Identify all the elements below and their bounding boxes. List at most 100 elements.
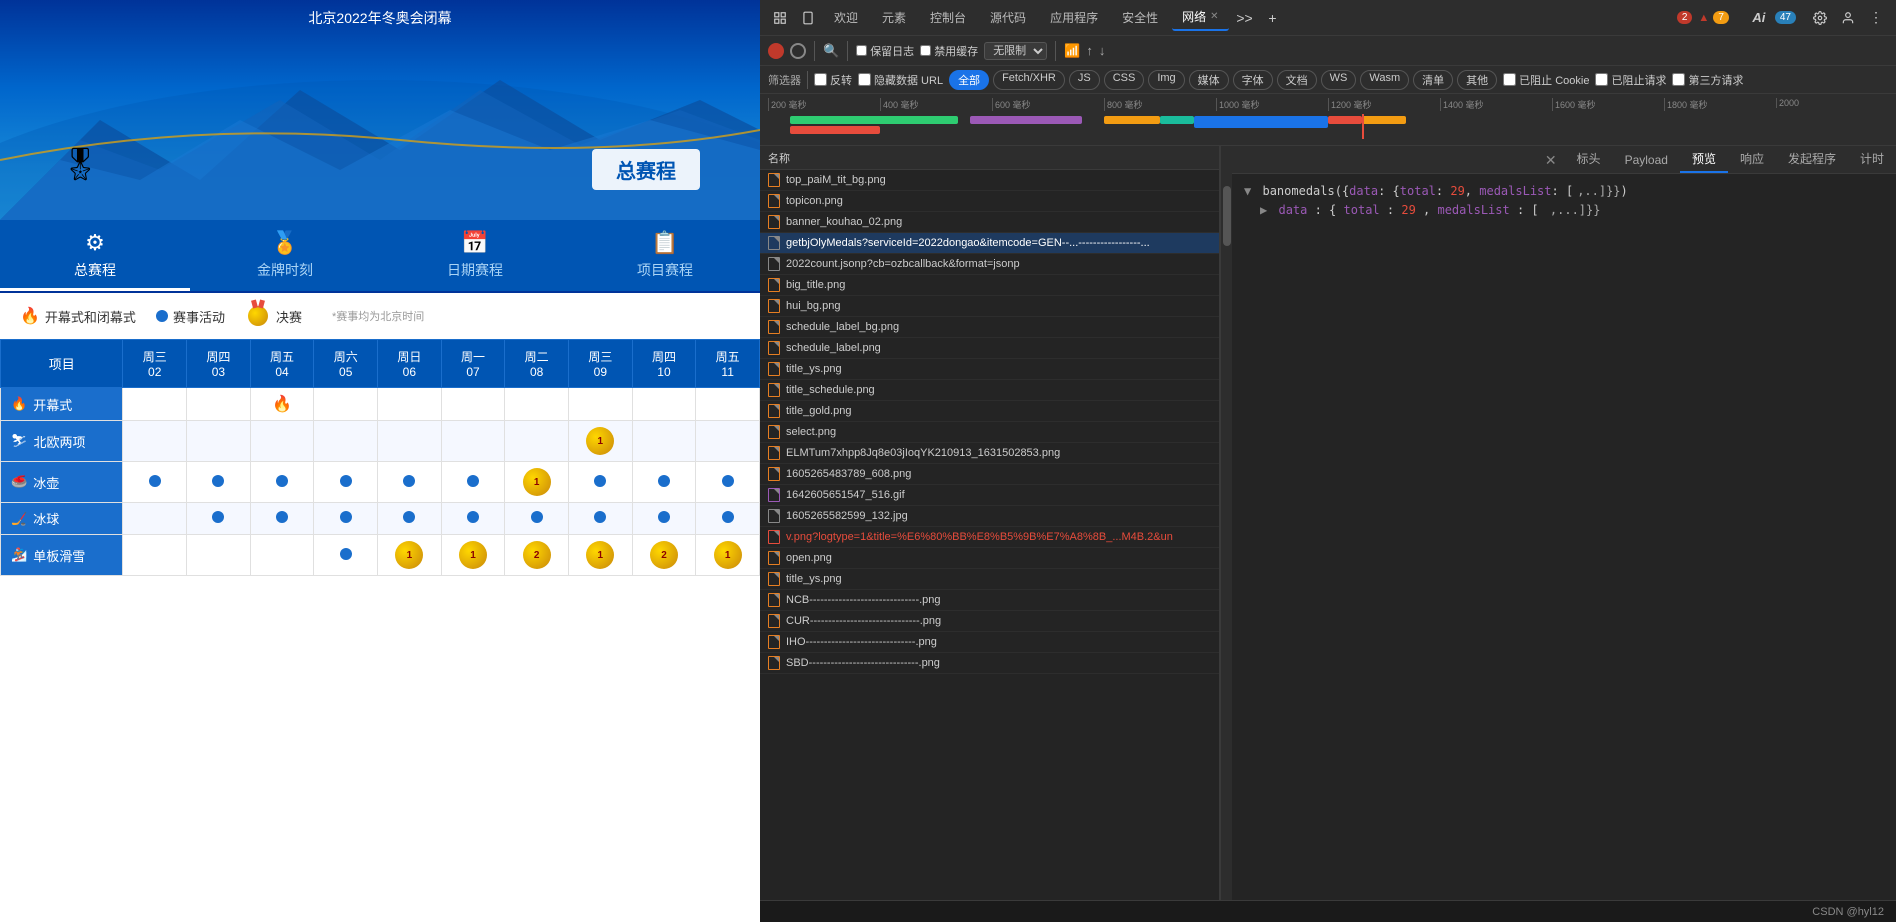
block-request[interactable]: 已阻止请求 [1595, 72, 1666, 88]
detail-content[interactable]: ▼ banomedals({data: {total: 29, medalsLi… [1232, 174, 1896, 900]
more-tabs-icon[interactable]: >> [1233, 6, 1257, 30]
tab-network-close[interactable]: ✕ [1210, 11, 1218, 22]
download-icon[interactable]: ↓ [1099, 43, 1106, 58]
vertical-scrollbar[interactable] [1220, 146, 1232, 900]
file-row[interactable]: ELMTum7xhpp8Jq8e03jIoqYK210913_163150285… [760, 443, 1219, 464]
nav-tabs: ⚙ 总赛程 🏅 金牌时刻 📅 日期赛程 📋 项目赛程 [0, 220, 760, 293]
filter-font[interactable]: 字体 [1233, 70, 1273, 90]
json-arrow-collapse[interactable]: ▼ [1244, 184, 1251, 198]
ai-icon[interactable]: Ai [1747, 6, 1771, 30]
file-row[interactable]: hui_bg.png [760, 296, 1219, 317]
detail-tab-payload[interactable]: Payload [1613, 149, 1680, 173]
file-row[interactable]: top_paiM_tit_bg.png [760, 170, 1219, 191]
detail-tab-preview[interactable]: 预览 [1680, 146, 1728, 173]
tab-network[interactable]: 网络 ✕ [1172, 4, 1228, 31]
record-button[interactable] [768, 43, 784, 59]
file-row[interactable]: NCB------------------------------.png [760, 590, 1219, 611]
user-icon[interactable] [1836, 6, 1860, 30]
file-row[interactable]: CUR------------------------------.png [760, 611, 1219, 632]
file-name: 1605265582599_132.jpg [786, 510, 1211, 522]
tab-application[interactable]: 应用程序 [1040, 5, 1108, 30]
file-name: select.png [786, 426, 1211, 438]
schedule-cell [187, 462, 251, 503]
reverse-label[interactable]: 反转 [814, 72, 852, 88]
detail-close-btn[interactable]: ✕ [1537, 148, 1565, 173]
file-row[interactable]: v.png?logtype=1&title=%E6%80%BB%E8%B5%9B… [760, 527, 1219, 548]
detail-tab-initiator[interactable]: 发起程序 [1776, 146, 1848, 173]
file-row[interactable]: schedule_label_bg.png [760, 317, 1219, 338]
file-row[interactable]: 2022count.jsonp?cb=ozbcallback&format=js… [760, 254, 1219, 275]
filter-other[interactable]: 其他 [1457, 70, 1497, 90]
file-row[interactable]: big_title.png [760, 275, 1219, 296]
warning-badge: 7 [1713, 11, 1729, 24]
third-party[interactable]: 第三方请求 [1672, 72, 1743, 88]
filter-icon[interactable]: 🔍 [823, 43, 839, 59]
file-row[interactable]: schedule_label.png [760, 338, 1219, 359]
file-row[interactable]: select.png [760, 422, 1219, 443]
wifi-icon[interactable]: 📶 [1064, 43, 1080, 59]
tab-date[interactable]: 📅 日期赛程 [380, 220, 570, 291]
filter-doc[interactable]: 文档 [1277, 70, 1317, 90]
block-cookie[interactable]: 已阻止 Cookie [1503, 72, 1589, 88]
hidden-data-label[interactable]: 隐藏数据 URL [858, 72, 943, 88]
file-row[interactable]: topicon.png [760, 191, 1219, 212]
filter-wasm[interactable]: Wasm [1360, 70, 1409, 90]
device-icon[interactable] [796, 6, 820, 30]
file-row[interactable]: title_ys.png [760, 569, 1219, 590]
upload-icon[interactable]: ↑ [1086, 43, 1093, 58]
log-label[interactable]: 保留日志 [856, 43, 914, 59]
file-row[interactable]: 1605265483789_608.png [760, 464, 1219, 485]
detail-tab-response[interactable]: 响应 [1728, 146, 1776, 173]
filter-img[interactable]: Img [1148, 70, 1184, 90]
tab-welcome[interactable]: 欢迎 [824, 5, 868, 30]
scroll-thumb[interactable] [1223, 186, 1231, 246]
filter-all[interactable]: 全部 [949, 70, 989, 90]
file-row[interactable]: SBD------------------------------.png [760, 653, 1219, 674]
tab-general-label: 总赛程 [74, 260, 116, 280]
more-options-icon[interactable]: ⋮ [1864, 6, 1888, 30]
file-row[interactable]: IHO------------------------------.png [760, 632, 1219, 653]
tab-gold[interactable]: 🏅 金牌时刻 [190, 220, 380, 291]
file-row[interactable]: title_ys.png [760, 359, 1219, 380]
activity-dot [340, 511, 352, 523]
sport-name: 冰壶 [33, 473, 59, 492]
file-row[interactable]: 1605265582599_132.jpg [760, 506, 1219, 527]
filter-ws[interactable]: WS [1321, 70, 1357, 90]
filter-js[interactable]: JS [1069, 70, 1100, 90]
schedule-table-wrapper[interactable]: 项目 周三 02 周四 03 周五 04 [0, 339, 760, 922]
log-checkbox[interactable] [856, 45, 867, 56]
mountain-bg-svg [0, 60, 760, 220]
tab-security[interactable]: 安全性 [1112, 5, 1168, 30]
th-day-3: 周六 05 [314, 340, 378, 388]
tab-elements[interactable]: 元素 [872, 5, 916, 30]
tab-event[interactable]: 📋 项目赛程 [570, 220, 760, 291]
file-row[interactable]: getbjOlyMedals?serviceId=2022dongao&item… [760, 233, 1219, 254]
detail-tab-headers[interactable]: 标头 [1565, 146, 1613, 173]
file-row[interactable]: 1642605651547_516.gif [760, 485, 1219, 506]
timeline-area[interactable]: 200 毫秒400 毫秒600 毫秒800 毫秒1000 毫秒1200 毫秒14… [760, 94, 1896, 146]
file-row[interactable]: title_schedule.png [760, 380, 1219, 401]
activity-dot [340, 548, 352, 560]
file-list-scroll[interactable]: top_paiM_tit_bg.pngtopicon.pngbanner_kou… [760, 170, 1219, 900]
settings-icon[interactable] [1808, 6, 1832, 30]
add-tab-icon[interactable]: + [1261, 6, 1285, 30]
throttle-select[interactable]: 无限制 [984, 42, 1047, 60]
filter-media[interactable]: 媒体 [1189, 70, 1229, 90]
filter-css[interactable]: CSS [1104, 70, 1145, 90]
filter-fetch[interactable]: Fetch/XHR [993, 70, 1065, 90]
file-name: SBD------------------------------.png [786, 657, 1211, 669]
file-row[interactable]: title_gold.png [760, 401, 1219, 422]
json-data-arrow[interactable]: ▶ [1260, 203, 1267, 217]
tab-console[interactable]: 控制台 [920, 5, 976, 30]
inspect-icon[interactable] [768, 6, 792, 30]
cache-checkbox[interactable] [920, 45, 931, 56]
clear-button[interactable] [790, 43, 806, 59]
filter-manifest[interactable]: 清单 [1413, 70, 1453, 90]
file-row[interactable]: open.png [760, 548, 1219, 569]
cache-label[interactable]: 禁用缓存 [920, 43, 978, 59]
detail-tab-timing[interactable]: 计时 [1848, 146, 1896, 173]
file-type-icon [768, 572, 780, 586]
tab-general[interactable]: ⚙ 总赛程 [0, 220, 190, 291]
tab-sources[interactable]: 源代码 [980, 5, 1036, 30]
file-row[interactable]: banner_kouhao_02.png [760, 212, 1219, 233]
